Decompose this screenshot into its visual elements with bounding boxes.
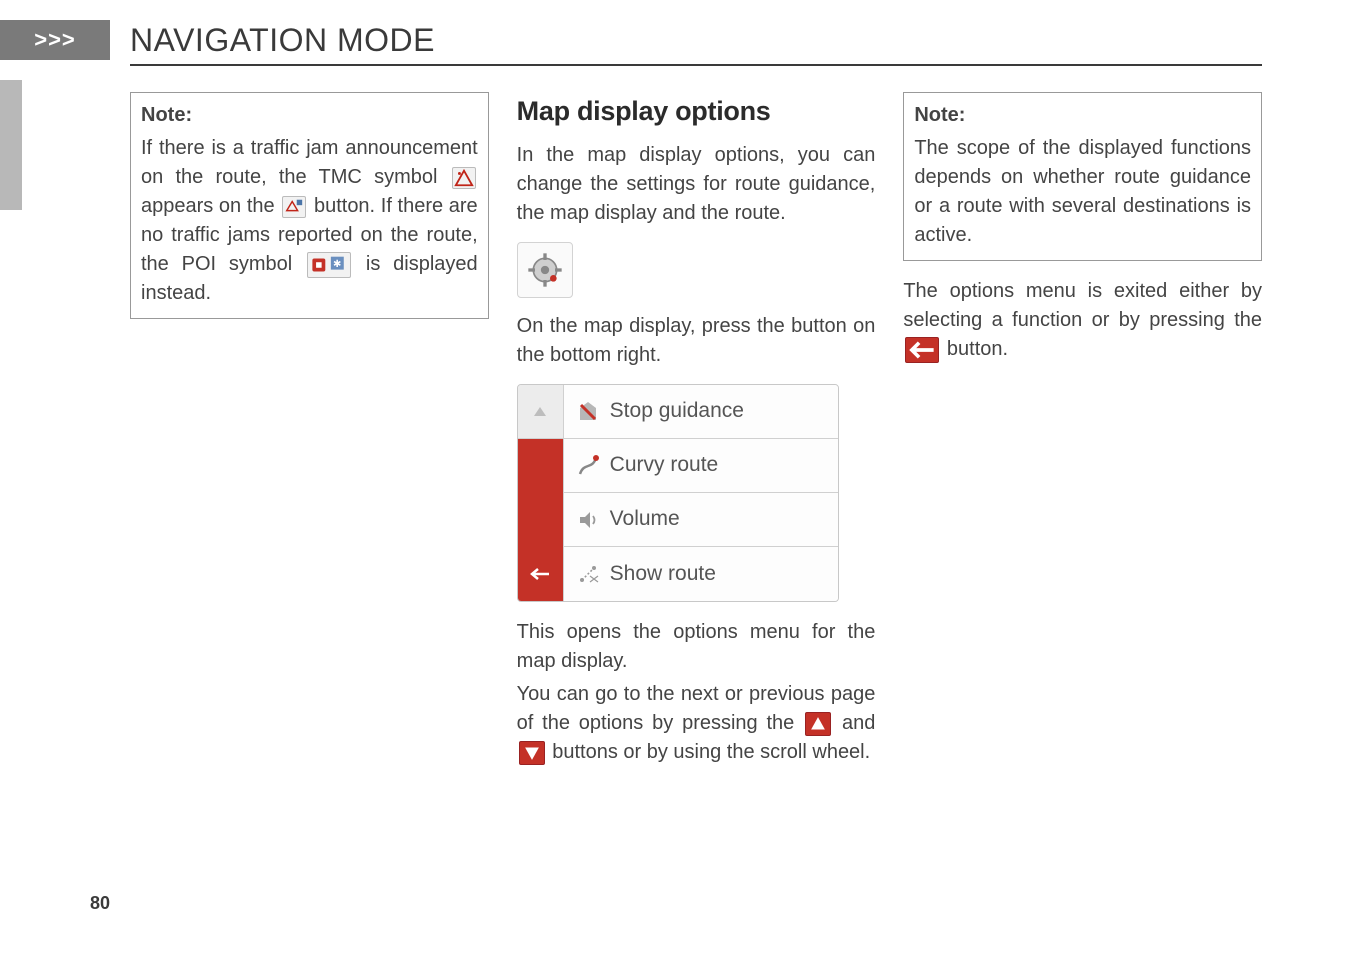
- side-tab-stub: [0, 80, 22, 210]
- poi-tmc-button-icon: [282, 196, 306, 218]
- scroll-down-button-icon: [519, 741, 545, 765]
- page-number: 80: [90, 893, 110, 914]
- show-route-icon: [576, 562, 600, 586]
- column-2: Map display options In the map display o…: [517, 92, 876, 781]
- paragraph: On the map display, press the button on …: [517, 312, 876, 370]
- title-rule: [130, 64, 1262, 66]
- paragraph: You can go to the next or previous page …: [517, 680, 876, 767]
- back-arrow-icon: [529, 567, 551, 581]
- note-body: The scope of the displayed functions dep…: [914, 134, 1251, 250]
- text-segment: button.: [947, 338, 1008, 360]
- option-label: Volume: [610, 504, 680, 534]
- scroll-up-button[interactable]: [518, 385, 564, 438]
- options-menu-row: Curvy route: [518, 439, 838, 493]
- svg-text:✱: ✱: [333, 259, 342, 270]
- tmc-symbol-icon: [452, 167, 476, 189]
- note-text-segment: appears on the: [141, 195, 280, 217]
- paragraph: In the map display options, you can chan…: [517, 141, 876, 228]
- option-stop-guidance[interactable]: Stop guidance: [564, 385, 838, 438]
- curvy-route-icon: [576, 454, 600, 478]
- poi-symbol-icon: ✱: [307, 252, 351, 278]
- column-1: Note: If there is a traffic jam announce…: [130, 92, 489, 781]
- options-menu-row: Volume: [518, 493, 838, 547]
- breadcrumb-arrows-tab: >>>: [0, 20, 110, 60]
- note-heading: Note:: [914, 101, 1251, 130]
- back-button-icon: [905, 337, 939, 363]
- option-label: Show route: [610, 559, 716, 589]
- options-menu-row: Show route: [518, 547, 838, 601]
- option-show-route[interactable]: Show route: [564, 547, 838, 601]
- stop-guidance-icon: [576, 400, 600, 424]
- note-body: If there is a traffic jam announcement o…: [141, 134, 478, 308]
- content-columns: Note: If there is a traffic jam announce…: [130, 92, 1262, 781]
- options-menu-row: Stop guidance: [518, 385, 838, 439]
- back-button[interactable]: [518, 547, 564, 601]
- section-heading: Map display options: [517, 92, 876, 131]
- column-3: Note: The scope of the displayed functio…: [903, 92, 1262, 781]
- option-volume[interactable]: Volume: [564, 493, 838, 546]
- text-segment: The options menu is exited either by sel…: [903, 280, 1262, 331]
- option-label: Curvy route: [610, 450, 719, 480]
- gear-button-figure: [517, 242, 573, 298]
- text-segment: and: [842, 712, 875, 734]
- options-menu-figure: Stop guidance Curvy route: [517, 384, 839, 602]
- page-header: >>> NAVIGATION MODE: [0, 20, 1262, 60]
- scroll-up-button-icon: [805, 712, 831, 736]
- page-title: NAVIGATION MODE: [130, 22, 435, 59]
- note-heading: Note:: [141, 101, 478, 130]
- note-box-traffic: Note: If there is a traffic jam announce…: [130, 92, 489, 319]
- document-page: >>> NAVIGATION MODE Note: If there is a …: [0, 0, 1352, 954]
- paragraph: The options menu is exited either by sel…: [903, 277, 1262, 364]
- note-box-scope: Note: The scope of the displayed functio…: [903, 92, 1262, 261]
- chevron-up-icon: [532, 404, 548, 420]
- option-label: Stop guidance: [610, 396, 744, 426]
- paragraph: This opens the options menu for the map …: [517, 618, 876, 676]
- text-segment: buttons or by using the scroll wheel.: [552, 741, 870, 763]
- gear-icon: [525, 250, 565, 290]
- option-curvy-route[interactable]: Curvy route: [564, 439, 838, 492]
- volume-icon: [576, 508, 600, 532]
- note-text-segment: If there is a traffic jam announcement o…: [141, 137, 478, 188]
